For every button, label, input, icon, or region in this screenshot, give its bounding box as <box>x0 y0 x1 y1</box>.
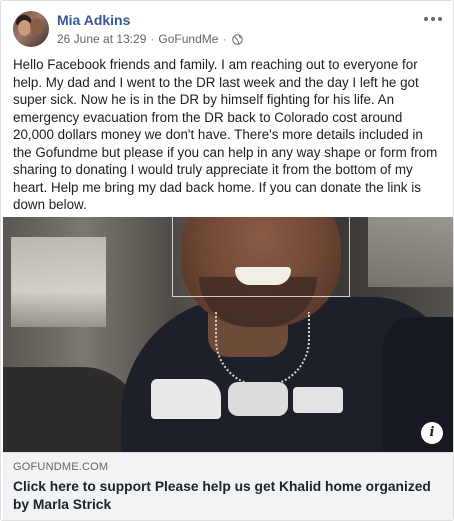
author-avatar[interactable] <box>13 11 49 47</box>
link-domain: GOFUNDME.COM <box>13 461 109 473</box>
post-timestamp[interactable]: 26 June at 13:29 <box>57 32 146 46</box>
author-name[interactable]: Mia Adkins <box>57 12 130 28</box>
post-meta: 26 June at 13:29 · GoFundMe · <box>57 32 244 46</box>
globe-icon[interactable] <box>232 33 244 45</box>
meta-separator-2: · <box>222 32 227 46</box>
face-detection-box <box>172 217 350 297</box>
link-preview[interactable]: GOFUNDME.COM Click here to support Pleas… <box>3 452 453 520</box>
link-title[interactable]: Click here to support Please help us get… <box>13 478 443 514</box>
post-body-text: Hello Facebook friends and family. I am … <box>13 57 438 230</box>
post-header: Mia Adkins 26 June at 13:29 · GoFundMe · <box>13 11 443 51</box>
info-icon[interactable]: i <box>421 422 443 444</box>
meta-separator: · <box>150 32 155 46</box>
link-preview-image[interactable]: i <box>3 217 453 452</box>
more-options-icon[interactable] <box>423 13 443 25</box>
post-app-name[interactable]: GoFundMe <box>158 32 218 46</box>
post-card: Mia Adkins 26 June at 13:29 · GoFundMe ·… <box>0 0 454 521</box>
